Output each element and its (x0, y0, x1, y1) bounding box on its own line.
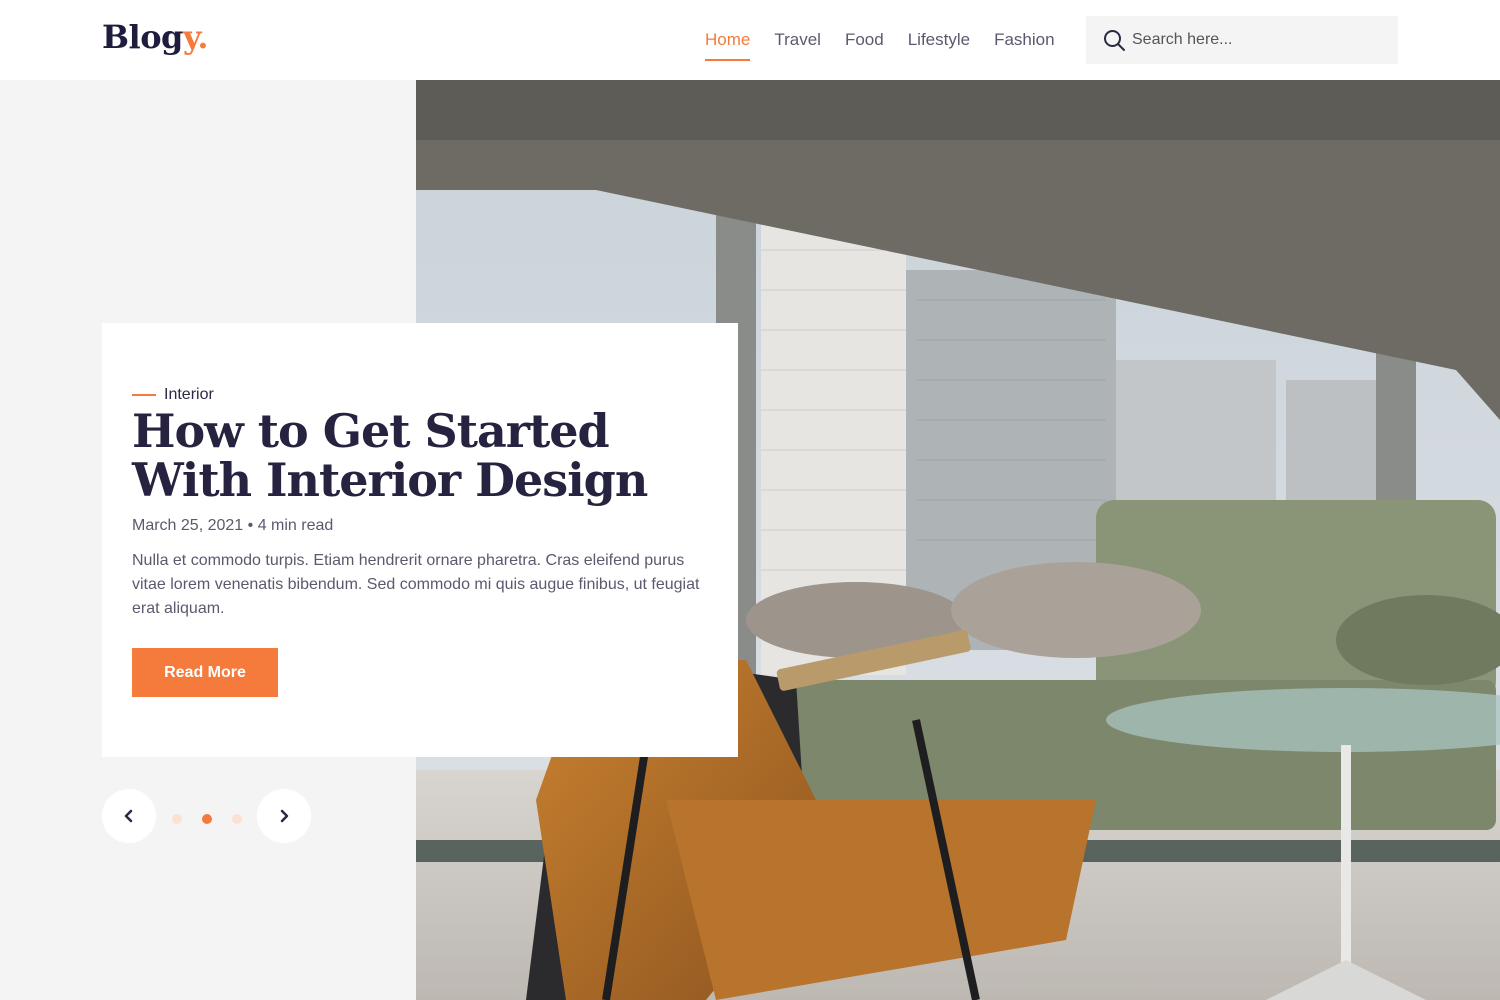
chevron-right-icon (280, 809, 289, 823)
search-icon[interactable] (1102, 28, 1126, 52)
meta-separator: • (247, 517, 258, 534)
search-box (1086, 16, 1398, 64)
slider-dot-2-active[interactable] (202, 814, 212, 824)
post-category[interactable]: Interior (132, 386, 214, 404)
logo-text: Blog (102, 18, 183, 56)
site-header: Blogy. Home Travel Food Lifestyle Fashio… (0, 0, 1500, 80)
post-excerpt: Nulla et commodo turpis. Etiam hendrerit… (132, 552, 700, 617)
chevron-left-icon (124, 809, 133, 823)
nav-item-travel[interactable]: Travel (774, 0, 821, 80)
logo-accent: y. (182, 18, 209, 56)
slider-dot-1[interactable] (172, 814, 182, 824)
slider-dot-3[interactable] (232, 814, 242, 824)
post-date: March 25, 2021 (132, 517, 244, 534)
nav-item-home[interactable]: Home (705, 0, 751, 80)
post-read-time: 4 min read (257, 517, 334, 534)
read-more-button[interactable]: Read More (132, 648, 278, 697)
nav-item-fashion[interactable]: Fashion (994, 0, 1054, 80)
slider-next-button[interactable] (257, 789, 311, 843)
post-title[interactable]: How to Get Started With Interior Design (132, 407, 722, 505)
search-input[interactable] (1132, 16, 1382, 64)
category-divider (132, 394, 156, 396)
featured-post-card: Interior How to Get Started With Interio… (102, 323, 738, 757)
slider-prev-button[interactable] (102, 789, 156, 843)
nav-item-food[interactable]: Food (845, 0, 884, 80)
nav-item-lifestyle[interactable]: Lifestyle (908, 0, 970, 80)
category-label: Interior (164, 386, 214, 403)
site-logo[interactable]: Blogy. (102, 18, 208, 56)
post-meta: March 25, 2021 • 4 min read (132, 517, 333, 535)
main-nav: Home Travel Food Lifestyle Fashion (705, 0, 1055, 80)
